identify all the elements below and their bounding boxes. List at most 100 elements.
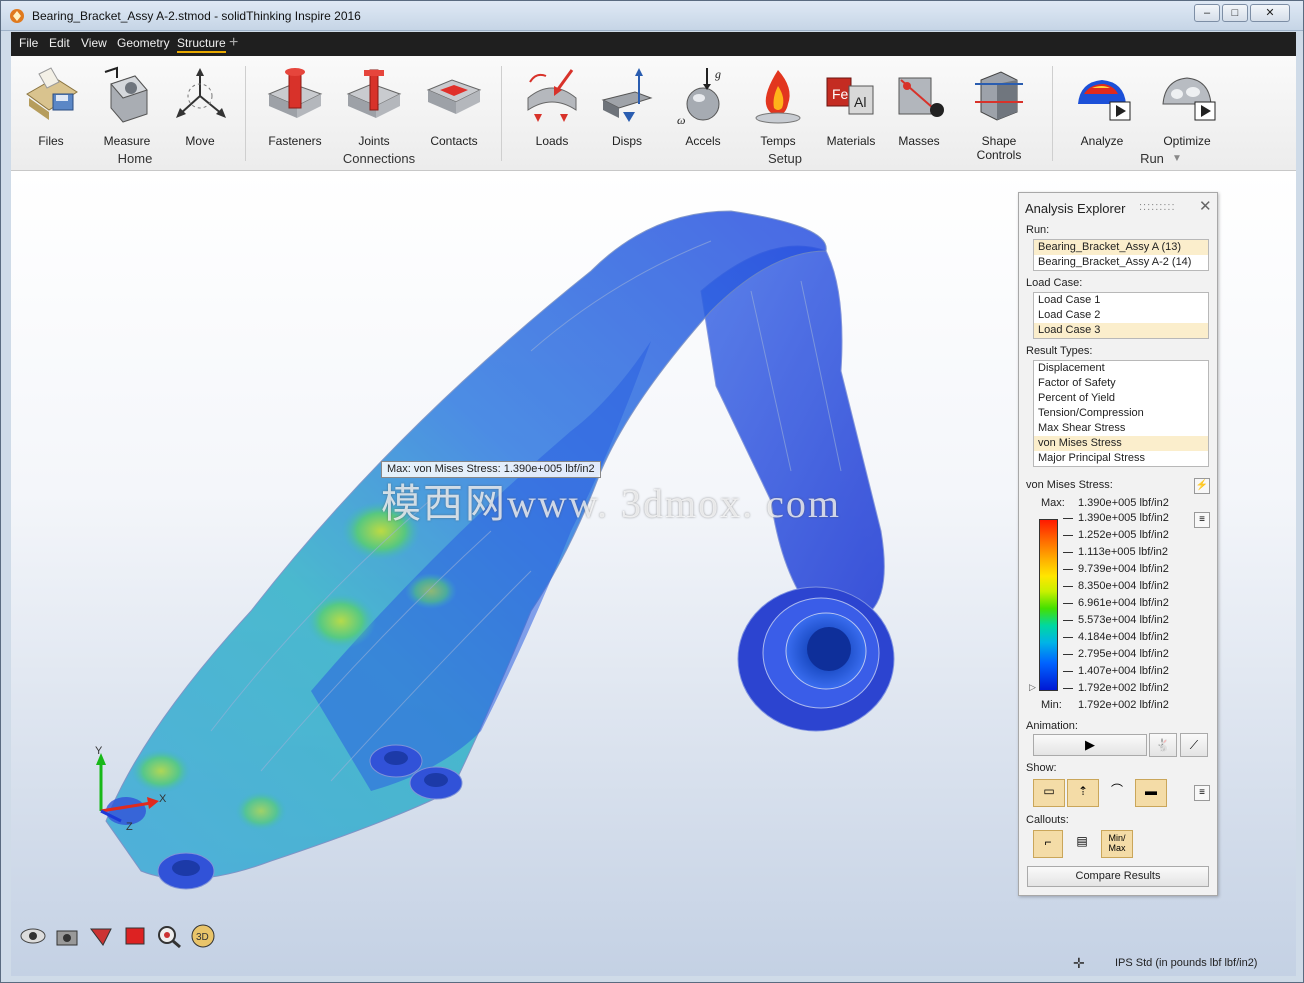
show-undeformed-icon[interactable]: ▭ — [1033, 779, 1065, 807]
legend-min-value: 1.792e+002 lbf/in2 — [1078, 699, 1169, 711]
shape-controls-button[interactable]: Shape Controls — [959, 64, 1039, 162]
masses-icon — [898, 77, 944, 117]
legend-tick: 1.407e+004 lbf/in2 — [1063, 665, 1169, 682]
legend-tick: 8.350e+004 lbf/in2 — [1063, 580, 1169, 597]
move-button[interactable]: Move — [160, 64, 240, 148]
loads-label: Loads — [535, 134, 569, 148]
legend-slider-icon[interactable]: ▷ — [1029, 682, 1036, 693]
result-types-list: Displacement Factor of Safety Percent of… — [1033, 360, 1209, 467]
result-type-item[interactable]: Percent of Yield — [1034, 391, 1208, 406]
analyze-label: Analyze — [1080, 134, 1124, 148]
result-type-item[interactable]: Displacement — [1034, 361, 1208, 376]
legend-max-value: 1.390e+005 lbf/in2 — [1078, 497, 1169, 509]
accels-label: Accels — [685, 134, 721, 148]
box-select-icon[interactable] — [121, 923, 149, 949]
ribbon-separator — [245, 66, 246, 161]
measure-label: Measure — [103, 134, 151, 148]
legend-tick: 1.113e+005 lbf/in2 — [1063, 546, 1168, 563]
load-case-item[interactable]: Load Case 3 — [1034, 323, 1208, 338]
run-item[interactable]: Bearing_Bracket_Assy A-2 (14) — [1034, 255, 1208, 270]
units-gear-icon[interactable]: ✛ — [1073, 955, 1085, 972]
legend-tick: 4.184e+004 lbf/in2 — [1063, 631, 1169, 648]
menu-geometry[interactable]: Geometry — [117, 36, 170, 50]
joints-button[interactable]: Joints — [334, 64, 414, 148]
group-connections: Connections — [342, 151, 416, 166]
callout-probe-icon[interactable]: ⌐ — [1033, 830, 1063, 858]
app-logo-icon — [10, 9, 24, 23]
move-label: Move — [185, 134, 215, 148]
masses-button[interactable]: Masses — [879, 64, 959, 148]
run-dropdown-arrow[interactable]: ▼ — [1170, 153, 1184, 164]
triad-z-label: Z — [126, 821, 133, 833]
legend-title: von Mises Stress: — [1026, 479, 1113, 491]
analyze-button[interactable]: Analyze — [1062, 64, 1142, 148]
show-label: Show: — [1026, 762, 1057, 774]
run-list: Bearing_Bracket_Assy A (13) Bearing_Brac… — [1033, 239, 1209, 271]
legend-menu-icon[interactable]: ≡ — [1194, 512, 1210, 528]
analyze-icon — [1078, 80, 1131, 121]
show-menu-icon[interactable]: ≡ — [1194, 785, 1210, 801]
files-button[interactable]: Files — [11, 64, 91, 148]
close-icon[interactable]: ✕ — [1199, 197, 1212, 215]
callout-table-icon[interactable]: ▤ — [1067, 830, 1097, 858]
load-case-list: Load Case 1 Load Case 2 Load Case 3 — [1033, 292, 1209, 339]
camera-icon[interactable] — [53, 923, 81, 949]
svg-text:3D: 3D — [196, 932, 209, 943]
loads-button[interactable]: Loads — [512, 64, 592, 148]
compare-results-button[interactable]: Compare Results — [1027, 866, 1209, 887]
show-deformed-icon[interactable]: ⇡ — [1067, 779, 1099, 807]
optimize-button[interactable]: Optimize — [1147, 64, 1227, 148]
svg-text:g: g — [715, 67, 721, 81]
shape-controls-icon — [975, 71, 1023, 121]
files-label: Files — [38, 134, 64, 148]
lightning-icon[interactable]: ⚡ — [1194, 478, 1210, 494]
legend-max-label: Max: — [1041, 497, 1065, 509]
result-type-item[interactable]: Factor of Safety — [1034, 376, 1208, 391]
show-contour-icon[interactable]: ▬ — [1135, 779, 1167, 807]
legend-tick: 6.961e+004 lbf/in2 — [1063, 597, 1169, 614]
callouts-label: Callouts: — [1026, 814, 1069, 826]
animation-speed-icon[interactable]: 🐇 — [1149, 733, 1177, 757]
minimize-button[interactable]: – — [1194, 4, 1220, 22]
run-item[interactable]: Bearing_Bracket_Assy A (13) — [1034, 240, 1208, 255]
section-cut-icon[interactable] — [87, 923, 115, 949]
restore-button[interactable]: □ — [1222, 4, 1248, 22]
panel-grip[interactable]: ::::::::: — [1139, 201, 1176, 213]
legend-tick: 9.739e+004 lbf/in2 — [1063, 563, 1169, 580]
shape-controls-label: Shape Controls — [976, 134, 1022, 162]
minmax-callout-button[interactable]: Min/ Max — [1101, 830, 1133, 858]
legend-color-bar — [1039, 519, 1058, 691]
legend-tick: 5.573e+004 lbf/in2 — [1063, 614, 1169, 631]
show-deformed-shape-icon[interactable]: ⌒ — [1101, 779, 1133, 807]
svg-text:ω: ω — [677, 113, 685, 126]
menu-bar: File Edit View Geometry Structure + — [11, 32, 1296, 56]
result-type-item[interactable]: Major Principal Stress — [1034, 451, 1208, 466]
result-type-item[interactable]: Tension/Compression — [1034, 406, 1208, 421]
animation-scale-icon[interactable]: ⟋ — [1180, 733, 1208, 757]
load-case-item[interactable]: Load Case 1 — [1034, 293, 1208, 308]
menu-structure[interactable]: Structure — [177, 36, 226, 53]
close-button[interactable]: ✕ — [1250, 4, 1290, 22]
measure-button[interactable]: Measure — [87, 64, 167, 148]
menu-file[interactable]: File — [19, 36, 38, 50]
units-label[interactable]: IPS Std (in pounds lbf lbf/in2) — [1115, 957, 1257, 969]
temps-button[interactable]: Temps — [738, 64, 818, 148]
accels-button[interactable]: g ω Accels — [663, 64, 743, 148]
menu-edit[interactable]: Edit — [49, 36, 70, 50]
play-animation-button[interactable]: ▶ — [1033, 734, 1147, 756]
fasteners-button[interactable]: Fasteners — [255, 64, 335, 148]
add-ribbon-tab-button[interactable]: + — [229, 34, 238, 52]
materials-icon: Fe Al — [826, 77, 874, 115]
result-type-item[interactable]: von Mises Stress — [1034, 436, 1208, 451]
legend-tick: 1.252e+005 lbf/in2 — [1063, 529, 1169, 546]
contacts-button[interactable]: Contacts — [414, 64, 494, 148]
files-icon — [26, 67, 78, 120]
disps-button[interactable]: Disps — [587, 64, 667, 148]
eye-view-icon[interactable] — [19, 923, 47, 949]
group-setup: Setup — [768, 151, 802, 166]
menu-view[interactable]: View — [81, 36, 107, 50]
load-case-item[interactable]: Load Case 2 — [1034, 308, 1208, 323]
3d-view-icon[interactable]: 3D — [189, 923, 217, 949]
zoom-icon[interactable] — [155, 923, 183, 949]
result-type-item[interactable]: Max Shear Stress — [1034, 421, 1208, 436]
